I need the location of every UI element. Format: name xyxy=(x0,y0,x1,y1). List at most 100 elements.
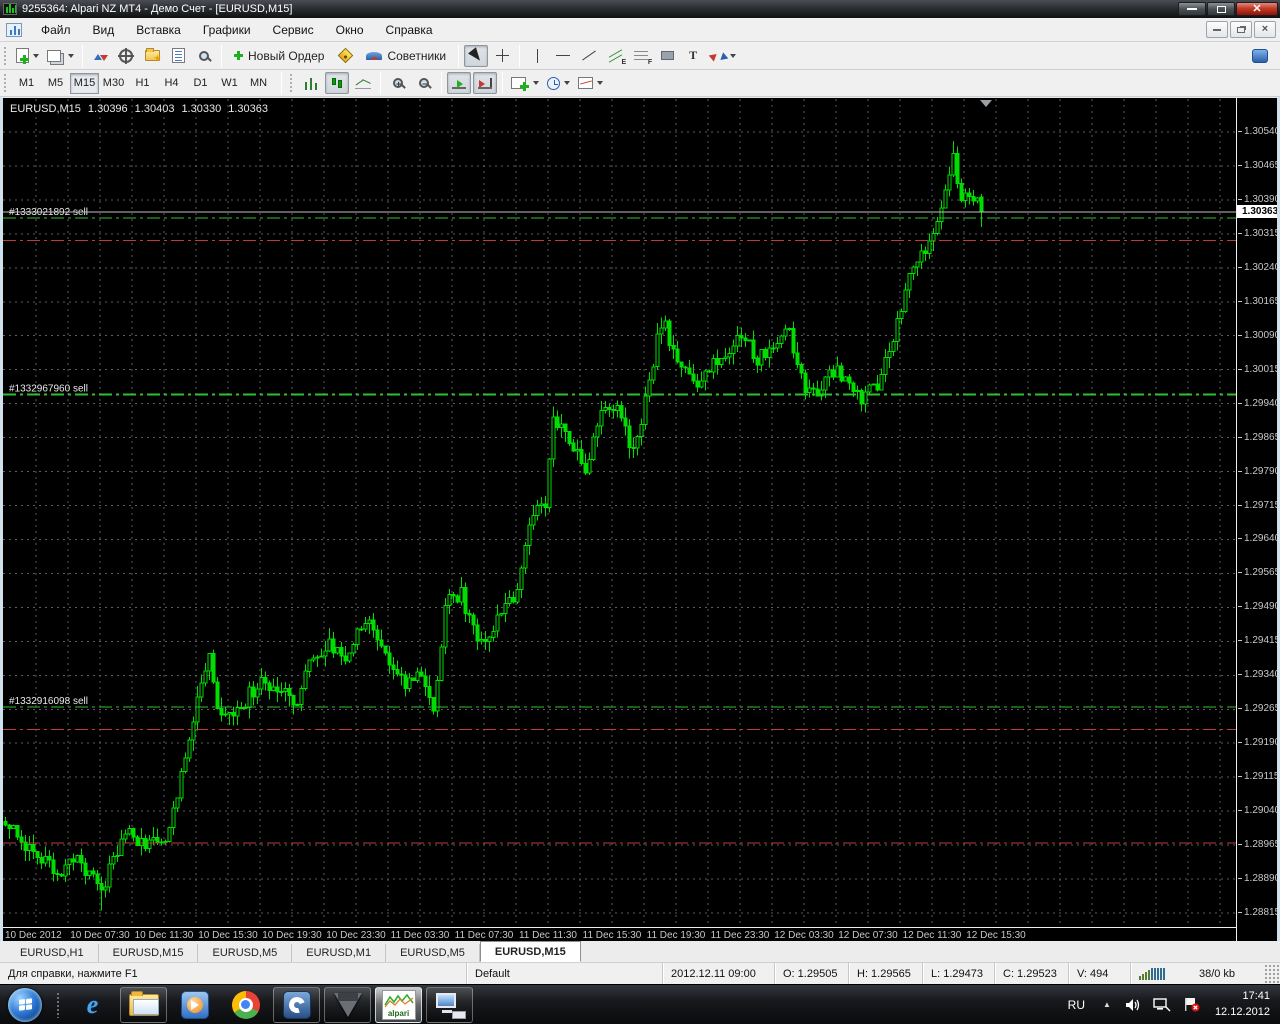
menu-item[interactable]: Сервис xyxy=(262,20,325,40)
terminal-button[interactable] xyxy=(166,45,190,67)
candlestick xyxy=(959,183,964,201)
candlestick xyxy=(975,197,980,202)
timeframe-button-m15[interactable]: M15 xyxy=(70,72,99,94)
mdi-restore-button[interactable] xyxy=(1230,21,1252,38)
candlestick xyxy=(263,677,268,684)
bar-chart-button[interactable] xyxy=(299,72,323,94)
timeframe-button-h4[interactable]: H4 xyxy=(157,73,186,94)
horizontal-line-tool-button[interactable] xyxy=(551,45,575,67)
candlestick xyxy=(883,356,888,376)
timeframe-button-w1[interactable]: W1 xyxy=(215,73,244,94)
action-center-flag-icon[interactable] xyxy=(1183,997,1201,1012)
templates-button[interactable] xyxy=(575,72,606,94)
menu-item[interactable]: Вставка xyxy=(125,20,192,40)
maximize-button[interactable] xyxy=(1207,2,1235,16)
indicators-button[interactable] xyxy=(508,72,542,94)
zoom-in-button[interactable]: + xyxy=(386,72,410,94)
mdi-minimize-button[interactable] xyxy=(1206,21,1228,38)
timeframe-button-d1[interactable]: D1 xyxy=(186,73,215,94)
network-icon[interactable] xyxy=(1153,997,1171,1012)
data-window-button[interactable] xyxy=(114,45,138,67)
auto-scroll-button[interactable] xyxy=(447,72,471,94)
taskbar-explorer-icon[interactable] xyxy=(120,986,167,1023)
minimize-button[interactable] xyxy=(1178,2,1206,16)
chart-tab[interactable]: EURUSD,H1 xyxy=(6,944,99,962)
candlestick xyxy=(375,629,380,641)
status-profile[interactable]: Default xyxy=(466,963,662,984)
line-chart-button[interactable] xyxy=(351,72,375,94)
profiles-button[interactable] xyxy=(44,45,77,67)
close-button[interactable]: ✕ xyxy=(1236,2,1278,16)
quote-open: 1.30396 xyxy=(87,103,128,115)
chart-tab[interactable]: EURUSD,M15 xyxy=(99,944,199,962)
chart-tab[interactable]: EURUSD,M5 xyxy=(386,944,480,962)
candlestick xyxy=(863,391,868,405)
time-axis[interactable]: 10 Dec 2012 10 Dec 07:30 10 Dec 11:30 10 De… xyxy=(3,927,1236,942)
volume-icon[interactable] xyxy=(1125,998,1141,1012)
zoom-out-button[interactable]: − xyxy=(412,72,436,94)
vertical-line-tool-button[interactable] xyxy=(525,45,549,67)
menu-item[interactable]: Справка xyxy=(375,20,444,40)
menu-item[interactable]: Графики xyxy=(192,20,262,40)
trendline-tool-button[interactable] xyxy=(577,45,601,67)
taskbar-installer-icon[interactable] xyxy=(426,986,473,1023)
arrows-tool-button[interactable] xyxy=(707,45,739,67)
timeframe-button-m5[interactable]: M5 xyxy=(41,73,70,94)
tray-clock[interactable]: 17:41 12.12.2012 xyxy=(1207,989,1280,1020)
taskbar-alpari-mt4-icon[interactable]: alpari xyxy=(375,986,422,1023)
candlestick xyxy=(779,335,784,344)
start-button[interactable] xyxy=(8,987,42,1022)
time-tick-label: 10 Dec 11:30 xyxy=(134,930,194,941)
market-watch-button[interactable] xyxy=(88,45,112,67)
mdi-close-button[interactable]: × xyxy=(1254,21,1276,38)
notifications-icon[interactable] xyxy=(1248,45,1272,67)
taskbar-internet-explorer-icon[interactable]: e xyxy=(69,987,116,1023)
chart-tab[interactable]: EURUSD,M15 xyxy=(479,941,581,962)
new-order-button[interactable]: Новый Ордер xyxy=(227,45,331,67)
menu-item[interactable]: Файл xyxy=(30,20,82,40)
chart-tab[interactable]: EURUSD,M5 xyxy=(198,944,293,962)
candlestick xyxy=(547,458,552,509)
menu-item[interactable]: Вид xyxy=(82,20,126,40)
price-axis[interactable]: 1.30540 1.30465 1.30390 1.30315 1.30240 1.301… xyxy=(1236,98,1280,942)
taskbar-chrome-icon[interactable] xyxy=(222,987,269,1023)
timeframe-button-mn[interactable]: MN xyxy=(244,73,273,94)
shapes-tool-button[interactable] xyxy=(655,45,679,67)
candlestick xyxy=(963,192,968,201)
toolbar-grip[interactable] xyxy=(3,73,8,93)
candlestick xyxy=(159,841,164,844)
candlestick-chart-button[interactable] xyxy=(325,72,349,94)
candlestick xyxy=(435,680,440,712)
resize-grip[interactable] xyxy=(1264,963,1280,984)
strategy-tester-button[interactable] xyxy=(192,45,216,67)
price-chart[interactable]: #1333021892 sell#1332967960 sell#1332916… xyxy=(3,99,1236,926)
chart-tab[interactable]: EURUSD,M1 xyxy=(292,944,387,962)
expert-advisors-button[interactable]: Советники xyxy=(359,45,453,67)
taskbar-media-player-icon[interactable] xyxy=(171,987,218,1023)
fibonacci-tool-button[interactable]: F xyxy=(629,45,653,67)
toolbar-grip[interactable] xyxy=(289,73,294,93)
candlestick xyxy=(475,624,480,642)
navigator-button[interactable]: ★ xyxy=(140,45,164,67)
language-indicator[interactable]: RU xyxy=(1058,998,1095,1012)
crosshair-tool-button[interactable] xyxy=(490,45,514,67)
menu-item[interactable]: Окно xyxy=(325,20,375,40)
channel-tool-button[interactable]: E xyxy=(603,45,627,67)
toolbar-grip[interactable] xyxy=(3,45,8,66)
candlestick xyxy=(279,691,284,693)
metaeditor-button[interactable] xyxy=(333,45,357,67)
periods-button[interactable] xyxy=(544,72,573,94)
hidden-icons-button[interactable]: ▲ xyxy=(1095,1000,1119,1009)
candlestick xyxy=(427,685,432,698)
shift-marker-icon[interactable] xyxy=(980,100,992,107)
text-tool-button[interactable]: T xyxy=(681,45,705,67)
timeframe-button-m1[interactable]: M1 xyxy=(12,73,41,94)
timeframe-button-h1[interactable]: H1 xyxy=(128,73,157,94)
chart-shift-button[interactable] xyxy=(473,72,497,94)
candlestick xyxy=(639,424,644,438)
taskbar-shield-app-icon[interactable] xyxy=(324,986,371,1023)
taskbar-blue-c-app-icon[interactable] xyxy=(273,986,320,1023)
cursor-tool-button[interactable] xyxy=(464,44,489,67)
new-chart-button[interactable] xyxy=(13,45,42,67)
timeframe-button-m30[interactable]: M30 xyxy=(99,73,128,94)
